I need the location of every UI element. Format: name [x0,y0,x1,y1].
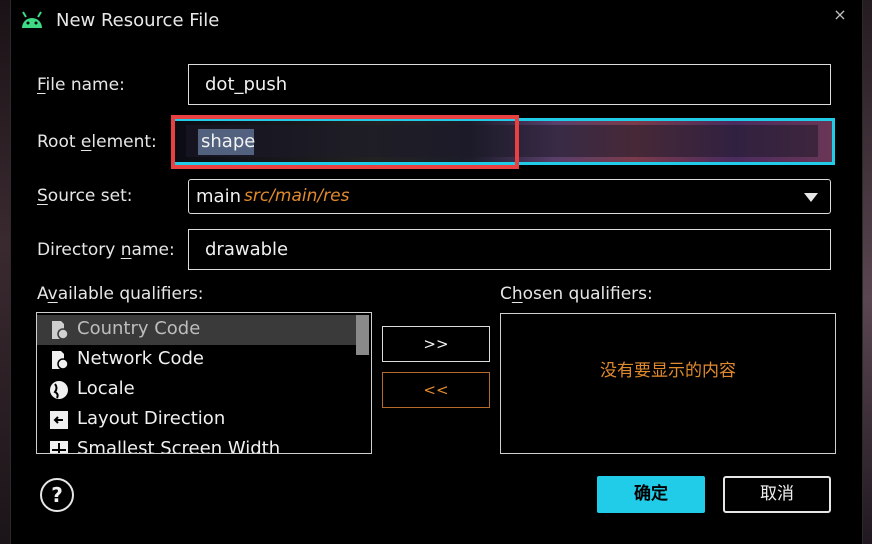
chosen-empty-message: 没有要显示的内容 [600,361,736,381]
android-logo-icon [22,11,42,28]
directory-name-input[interactable]: drawable [188,229,831,270]
network-code-icon [52,351,69,370]
chosen-qualifiers-list[interactable] [500,313,836,454]
remove-qualifier-button[interactable]: << [382,372,490,408]
file-name-input[interactable]: dot_push [188,64,831,105]
dropdown-arrow-icon[interactable] [804,193,818,202]
directory-name-label: Directory name: [37,240,175,260]
screen-width-icon [50,441,68,453]
country-code-icon [52,321,69,340]
available-qualifiers-list[interactable]: Country Code Network Code Locale Layout … [36,312,372,454]
globe-icon [50,381,68,399]
add-qualifier-button[interactable]: >> [382,326,490,362]
ok-button[interactable]: 确定 [597,476,705,513]
list-item-network-code[interactable]: Network Code [37,345,357,375]
list-scrollbar[interactable] [356,315,369,355]
layout-direction-icon [50,411,68,429]
help-button[interactable]: ? [40,478,74,512]
chosen-qualifiers-label: Chosen qualifiers: [500,284,653,304]
available-qualifiers-label: Available qualifiers: [37,284,204,304]
list-item-smallest-screen-width[interactable]: Smallest Screen Width [37,435,357,453]
background-wallpaper-left [0,0,10,544]
list-item-layout-direction[interactable]: Layout Direction [37,405,357,435]
list-item-locale[interactable]: Locale [37,375,357,405]
window-title: New Resource File [56,10,220,31]
list-item-country-code[interactable]: Country Code [37,315,357,345]
file-name-label: File name: [37,75,125,95]
source-set-label: Source set: [37,186,133,206]
source-set-path: src/main/res [244,186,350,206]
close-icon[interactable]: × [830,5,850,24]
cancel-button[interactable]: 取消 [723,476,831,513]
root-element-label: Root element: [37,132,157,152]
source-set-value: main [196,186,241,207]
background-wallpaper-right [863,0,872,544]
annotation-highlight-box [171,115,519,169]
